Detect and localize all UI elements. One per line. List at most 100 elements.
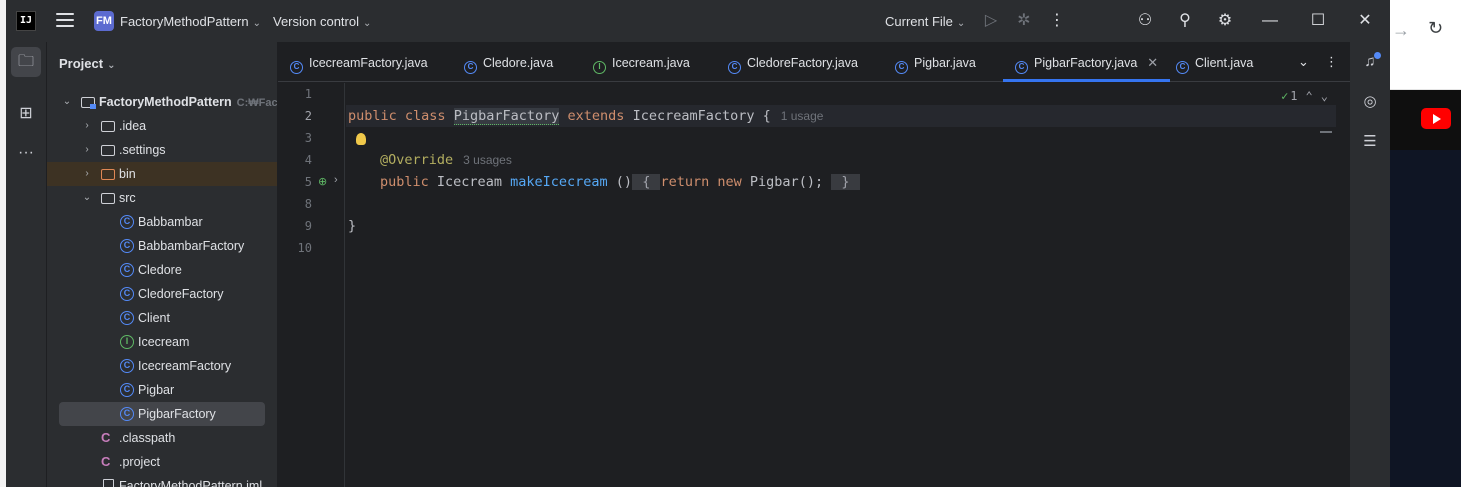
tab-icecream[interactable]: I Icecream.java: [593, 42, 690, 82]
tabs-more-icon[interactable]: ⋮: [1325, 54, 1338, 70]
right-tool-strip: ♫ ◎ ☰: [1350, 42, 1390, 487]
folded-region[interactable]: {: [632, 174, 661, 190]
forward-arrow-icon[interactable]: →: [1392, 20, 1410, 41]
code-area[interactable]: public class PigbarFactory extends Icecr…: [346, 83, 1336, 487]
tree-item-src[interactable]: ⌄ src: [47, 186, 277, 210]
fold-arrow-icon[interactable]: ›: [334, 174, 338, 186]
tree-item-label: BabbambarFactory: [138, 239, 245, 253]
tree-item-icecreamfactory[interactable]: C IcecreamFactory: [47, 354, 277, 378]
ai-assistant-icon[interactable]: ◎: [1358, 90, 1382, 114]
structure-icon[interactable]: ⊞: [11, 99, 41, 129]
collapsed-chevron-icon[interactable]: ›: [81, 114, 93, 138]
close-icon[interactable]: ✕: [1354, 10, 1376, 32]
reload-icon[interactable]: ↻: [1428, 18, 1443, 39]
debug-icon[interactable]: ✲: [1013, 10, 1035, 32]
project-badge-icon[interactable]: FM: [94, 11, 114, 31]
tree-item-project[interactable]: C .project: [47, 450, 277, 474]
folder-icon: [101, 121, 115, 132]
abstract-class-icon: C: [120, 359, 134, 373]
add-user-icon[interactable]: ⚇: [1134, 10, 1156, 32]
line-number: 1: [304, 87, 312, 101]
tree-item-label: .classpath: [119, 431, 176, 445]
run-config-label: Current File: [885, 14, 953, 29]
tree-item-label: .idea: [119, 119, 147, 133]
usage-hint[interactable]: 1 usage: [781, 109, 824, 123]
maximize-icon[interactable]: ☐: [1307, 10, 1329, 32]
expanded-chevron-icon[interactable]: ⌄: [61, 90, 73, 114]
module-folder-icon: [81, 97, 96, 109]
folded-region[interactable]: }: [831, 174, 860, 190]
collapsed-chevron-icon[interactable]: ›: [81, 162, 93, 186]
title-bar: IJ FM FactoryMethodPattern ⌄ Version cont…: [6, 0, 1390, 42]
project-selector[interactable]: FactoryMethodPattern ⌄: [120, 14, 261, 29]
run-icon[interactable]: ▷: [980, 10, 1002, 32]
class-icon: C: [895, 61, 908, 74]
runnable-class-icon: C: [120, 311, 134, 325]
code-line-4: @Override 3 usages: [380, 152, 512, 168]
close-tab-icon[interactable]: ✕: [1147, 55, 1158, 70]
tree-item-classpath[interactable]: C .classpath: [47, 426, 277, 450]
tree-item-icecream[interactable]: I Icecream: [47, 330, 277, 354]
project-panel-header[interactable]: Project ⌄: [59, 56, 115, 71]
class-icon: C: [728, 61, 741, 74]
tab-client[interactable]: C Client.java: [1176, 42, 1253, 82]
class-icon: C: [1015, 61, 1028, 74]
code-line-9: }: [348, 218, 357, 234]
settings-gear-icon[interactable]: ⚙: [1214, 10, 1236, 32]
tree-item-babbambarfactory[interactable]: C BabbambarFactory: [47, 234, 277, 258]
usage-hint[interactable]: 3 usages: [463, 153, 512, 167]
tree-item-cledore[interactable]: C Cledore: [47, 258, 277, 282]
browser-toolbar: → ↻: [1390, 0, 1461, 90]
tree-item-pigbar[interactable]: C Pigbar: [47, 378, 277, 402]
config-file-icon: C: [101, 454, 111, 469]
tree-item-idea[interactable]: › .idea: [47, 114, 277, 138]
class-icon: C: [290, 61, 303, 74]
tree-item-pigbarfactory[interactable]: C PigbarFactory: [59, 402, 265, 426]
background-browser-window: → ↻: [1390, 0, 1461, 487]
main-menu-icon[interactable]: [56, 13, 74, 28]
project-panel-title: Project: [59, 56, 104, 71]
youtube-logo-icon[interactable]: [1421, 108, 1451, 129]
left-tool-strip: 🗀 ⊞ ···: [6, 42, 47, 487]
folder-icon: [101, 145, 115, 156]
more-tools-icon[interactable]: ···: [11, 138, 41, 168]
tree-item-bin[interactable]: › bin: [47, 162, 277, 186]
collapsed-chevron-icon[interactable]: ›: [81, 138, 93, 162]
tab-cledorefactory[interactable]: C CledoreFactory.java: [728, 42, 858, 82]
scrollbar-marker: [1320, 131, 1332, 133]
tree-item-iml[interactable]: FactoryMethodPattern.iml: [47, 474, 277, 487]
tree-item-label: Client: [138, 311, 170, 325]
project-name: FactoryMethodPattern: [120, 14, 249, 29]
tree-item-factorymethodpattern[interactable]: ⌄ FactoryMethodPattern C:₩Fact: [47, 90, 277, 114]
tree-item-label: bin: [119, 167, 136, 181]
module-file-icon: [103, 479, 114, 487]
line-number: 8: [304, 197, 312, 211]
tab-cledore[interactable]: C Cledore.java: [464, 42, 553, 82]
tab-pigbar[interactable]: C Pigbar.java: [895, 42, 976, 82]
lightbulb-icon[interactable]: [356, 133, 366, 145]
tree-item-client[interactable]: C Client: [47, 306, 277, 330]
prev-issue-icon: ⌃: [1305, 89, 1313, 103]
tab-icecreamfactory[interactable]: C IcecreamFactory.java: [290, 42, 428, 82]
expanded-chevron-icon[interactable]: ⌄: [81, 186, 93, 210]
project-tree: ⌄ FactoryMethodPattern C:₩Fact › .idea › …: [47, 90, 277, 487]
tree-item-babbambar[interactable]: C Babbambar: [47, 210, 277, 234]
project-panel: Project ⌄ ⌄ FactoryMethodPattern C:₩Fact ›…: [47, 42, 277, 487]
line-number: 5: [304, 175, 312, 189]
database-icon[interactable]: ☰: [1358, 130, 1382, 154]
minimize-icon[interactable]: —: [1259, 10, 1281, 32]
next-issue-icon: ⌄: [1320, 89, 1328, 103]
screen: IJ FM FactoryMethodPattern ⌄ Version cont…: [0, 0, 1461, 487]
inspection-widget[interactable]: ✓ 1 ⌃ ⌄: [1281, 89, 1328, 103]
more-actions-icon[interactable]: ⋮: [1046, 10, 1068, 32]
line-number: 4: [304, 153, 312, 167]
implements-method-icon[interactable]: ⊕: [318, 175, 327, 188]
tabs-dropdown-chevron-icon[interactable]: ⌄: [1298, 54, 1309, 70]
run-config-selector[interactable]: Current File ⌄: [885, 14, 965, 29]
project-tool-folder-icon[interactable]: 🗀: [11, 47, 41, 77]
tree-item-cledorefactory[interactable]: C CledoreFactory: [47, 282, 277, 306]
search-icon[interactable]: ⚲: [1174, 10, 1196, 32]
tab-pigbarfactory[interactable]: C PigbarFactory.java ✕: [1003, 42, 1171, 82]
tree-item-settings[interactable]: › .settings: [47, 138, 277, 162]
version-control-menu[interactable]: Version control ⌄: [273, 14, 371, 29]
